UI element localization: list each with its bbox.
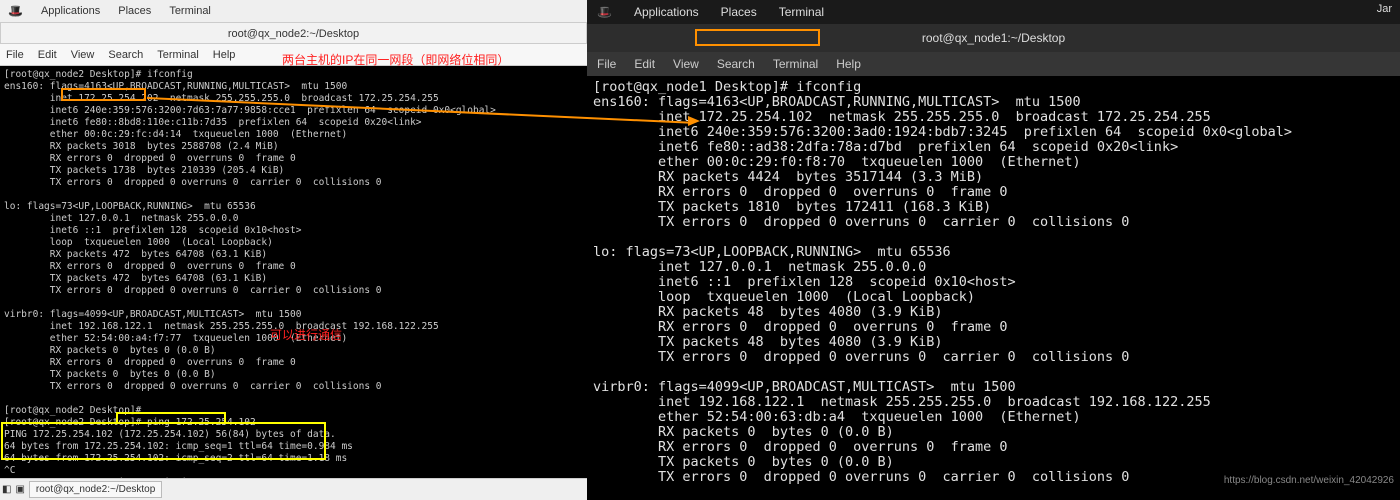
menu-applications-r[interactable]: Applications <box>634 5 699 19</box>
menu-file-r[interactable]: File <box>597 57 616 71</box>
menu-help-r[interactable]: Help <box>836 57 861 71</box>
terminal-icon[interactable]: ▣ <box>15 484 24 495</box>
redhat-icon-right: 🎩 <box>597 5 612 19</box>
menu-terminal[interactable]: Terminal <box>169 5 211 17</box>
redhat-icon: 🎩 <box>8 4 23 18</box>
watermark: https://blog.csdn.net/weixin_42042926 <box>1224 475 1394 486</box>
gnome-topbar-left[interactable]: 🎩 Applications Places Terminal <box>0 0 587 22</box>
clock: Jar <box>1377 3 1392 15</box>
menu-edit-r[interactable]: Edit <box>634 57 655 71</box>
terminal-output-left[interactable]: [root@qx_node2 Desktop]# ifconfig ens160… <box>0 66 587 478</box>
menu-terminal-sub-r[interactable]: Terminal <box>773 57 818 71</box>
menu-applications[interactable]: Applications <box>41 5 100 17</box>
show-desktop-icon[interactable]: ◧ <box>2 484 11 495</box>
taskbar-left[interactable]: ◧ ▣ root@qx_node2:~/Desktop <box>0 478 587 500</box>
gnome-topbar-right[interactable]: 🎩 Applications Places Terminal Jar <box>587 0 1400 24</box>
menu-places[interactable]: Places <box>118 5 151 17</box>
menu-edit[interactable]: Edit <box>38 49 57 61</box>
window-title-left: root@qx_node2:~/Desktop <box>0 22 587 44</box>
taskbar-item[interactable]: root@qx_node2:~/Desktop <box>29 481 162 498</box>
menu-places-r[interactable]: Places <box>721 5 757 19</box>
menu-terminal-r[interactable]: Terminal <box>779 5 824 19</box>
menu-search-r[interactable]: Search <box>717 57 755 71</box>
menu-view-r[interactable]: View <box>673 57 699 71</box>
terminal-output-right[interactable]: [root@qx_node1 Desktop]# ifconfig ens160… <box>587 76 1400 500</box>
menu-terminal-sub[interactable]: Terminal <box>157 49 199 61</box>
window-title-right: root@qx_node1:~/Desktop <box>587 24 1400 52</box>
menu-search[interactable]: Search <box>108 49 143 61</box>
terminal-menubar-right[interactable]: File Edit View Search Terminal Help <box>587 52 1400 76</box>
menu-help[interactable]: Help <box>213 49 236 61</box>
connector-arrow-head <box>688 116 700 126</box>
menu-file[interactable]: File <box>6 49 24 61</box>
menu-view[interactable]: View <box>71 49 95 61</box>
terminal-menubar-left[interactable]: File Edit View Search Terminal Help <box>0 44 587 66</box>
